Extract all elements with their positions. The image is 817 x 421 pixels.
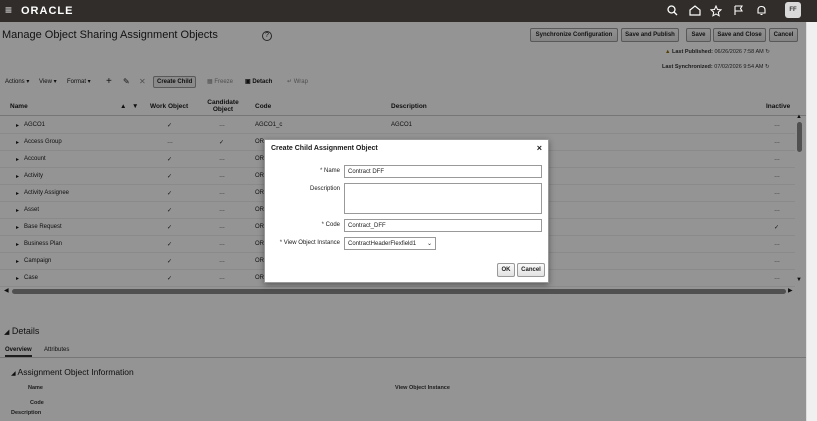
- code-field[interactable]: Contract_DFF: [344, 219, 542, 232]
- name-label-text: Name: [323, 168, 340, 174]
- global-header: ≡ ORACLE FF: [0, 0, 817, 22]
- search-icon[interactable]: [665, 3, 680, 18]
- required-indicator: *: [319, 168, 323, 174]
- voi-label: * View Object Instance: [280, 240, 340, 246]
- user-avatar[interactable]: FF: [785, 2, 801, 18]
- required-indicator: *: [279, 240, 283, 246]
- close-icon[interactable]: ×: [537, 143, 542, 153]
- view-object-instance-select[interactable]: ContractHeaderFlexfield1 ⌄: [344, 237, 436, 250]
- page-scrollbar[interactable]: [806, 22, 817, 421]
- chevron-down-icon: ⌄: [426, 241, 432, 247]
- description-label: Description: [309, 186, 340, 192]
- code-label-text: Code: [325, 222, 340, 228]
- favorites-star-icon[interactable]: [708, 3, 723, 18]
- create-child-dialog: Create Child Assignment Object × * Name …: [264, 139, 549, 283]
- dialog-cancel-button[interactable]: Cancel: [517, 263, 545, 277]
- description-field[interactable]: [344, 183, 542, 214]
- voi-selected-value: ContractHeaderFlexfield1: [348, 241, 417, 247]
- name-label: * Name: [320, 168, 340, 174]
- ok-button[interactable]: OK: [497, 263, 515, 277]
- code-label: * Code: [322, 222, 340, 228]
- voi-label-text: View Object Instance: [283, 240, 340, 246]
- dialog-title: Create Child Assignment Object: [271, 145, 378, 152]
- flag-icon[interactable]: [731, 3, 746, 18]
- hamburger-menu-icon[interactable]: ≡: [5, 4, 12, 16]
- home-icon[interactable]: [687, 3, 702, 18]
- name-field[interactable]: Contract DFF: [344, 165, 542, 178]
- required-indicator: *: [321, 222, 324, 228]
- oracle-logo: ORACLE: [21, 5, 74, 17]
- notifications-bell-icon[interactable]: [754, 3, 769, 18]
